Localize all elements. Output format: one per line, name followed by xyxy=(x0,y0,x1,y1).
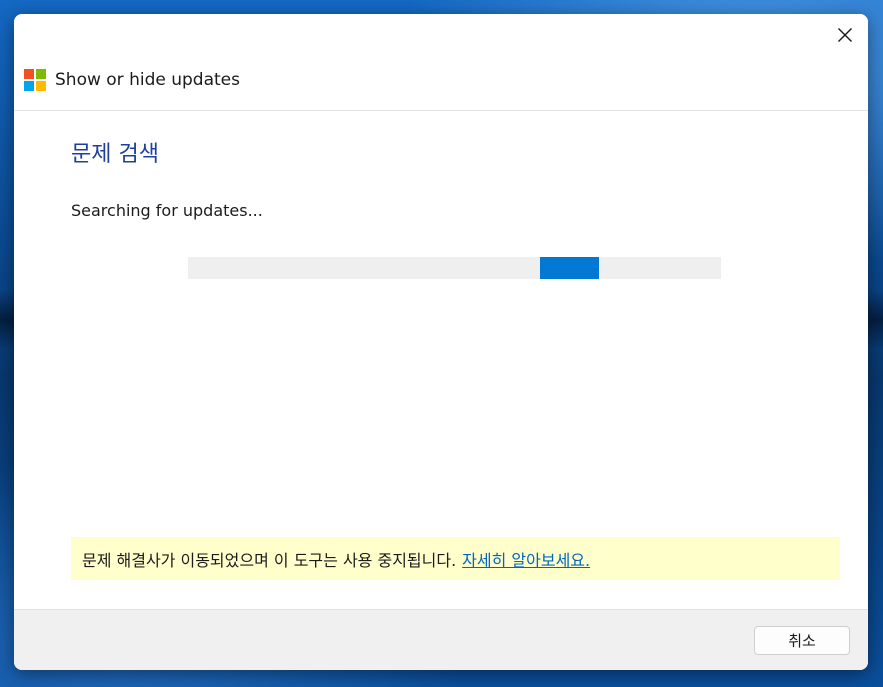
progress-bar xyxy=(188,257,721,279)
content-area: 문제 검색 Searching for updates... 문제 해결사가 이… xyxy=(14,111,868,609)
close-button[interactable] xyxy=(822,14,868,56)
title-bar: Show or hide updates xyxy=(14,14,868,111)
windows-logo-icon xyxy=(24,69,46,91)
window-title: Show or hide updates xyxy=(55,70,240,90)
progress-indicator xyxy=(540,257,599,279)
status-text: Searching for updates... xyxy=(71,201,263,220)
footer-bar: 취소 xyxy=(14,609,868,670)
notice-text: 문제 해결사가 이동되었으며 이 도구는 사용 중지됩니다. xyxy=(82,550,457,570)
dialog-window: Show or hide updates 문제 검색 Searching for… xyxy=(14,14,868,670)
learn-more-link[interactable]: 자세히 알아보세요. xyxy=(462,547,590,571)
notice-bar: 문제 해결사가 이동되었으며 이 도구는 사용 중지됩니다. 자세히 알아보세요… xyxy=(71,537,840,580)
close-icon xyxy=(838,28,852,42)
cancel-button[interactable]: 취소 xyxy=(754,626,850,655)
page-title: 문제 검색 xyxy=(71,142,159,167)
